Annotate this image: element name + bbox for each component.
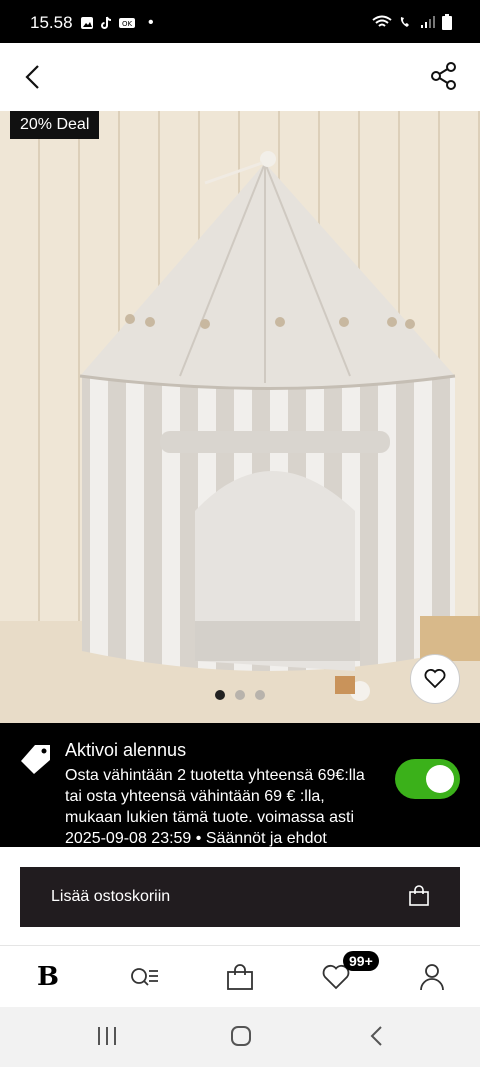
favorite-button[interactable] [410, 654, 460, 704]
more-dot: • [148, 14, 154, 31]
wifi-icon [372, 15, 392, 27]
nav-profile[interactable] [412, 961, 452, 993]
top-app-bar [0, 43, 480, 111]
tent-illustration [0, 111, 480, 723]
pagination-dot-1[interactable] [215, 690, 225, 700]
promo-description: Osta vähintään 2 tuotetta yhteensä 69€:l… [65, 767, 365, 847]
call-icon [400, 17, 409, 27]
search-icon [131, 968, 158, 986]
discount-promo: Aktivoi alennus Osta vähintään 2 tuotett… [0, 723, 480, 847]
chevron-left-icon [25, 65, 39, 89]
nav-cart[interactable] [220, 961, 260, 993]
svg-text:OK: OK [122, 20, 133, 28]
gallery-icon [81, 17, 93, 29]
promo-title: Aktivoi alennus [65, 740, 187, 760]
battery-icon [442, 14, 452, 30]
share-button[interactable] [428, 60, 460, 92]
share-icon [431, 62, 456, 90]
nav-search[interactable] [124, 961, 164, 993]
recent-apps-icon[interactable] [96, 1025, 118, 1047]
pagination-dot-2[interactable] [235, 690, 245, 700]
deal-badge: 20% Deal [10, 111, 100, 139]
status-time: 15.58 [30, 13, 73, 32]
back-nav-icon[interactable] [366, 1025, 388, 1047]
add-to-cart-button[interactable]: Lisää ostoskoriin [20, 867, 460, 927]
favorites-count-badge: 99+ [343, 951, 379, 971]
shopping-bag-icon [227, 964, 253, 990]
nav-home[interactable]: B [28, 961, 68, 993]
toggle-knob [426, 765, 454, 793]
brand-logo: B [37, 962, 59, 992]
heart-icon [424, 669, 446, 689]
notification-icons: OK • [80, 14, 154, 32]
status-bar: 15.58 OK • [0, 0, 480, 43]
tiktok-icon [101, 16, 112, 29]
discount-toggle[interactable] [395, 759, 460, 799]
signal-icon [421, 16, 435, 28]
message-icon: OK [119, 18, 135, 28]
pagination-dot-3[interactable] [255, 690, 265, 700]
shopping-bag-icon [409, 885, 429, 906]
back-button[interactable] [18, 61, 50, 93]
image-pagination [0, 690, 480, 700]
product-image[interactable] [0, 111, 480, 723]
bottom-navigation: B 99+ [0, 946, 480, 1006]
price-tag-icon [21, 745, 50, 774]
user-icon [420, 964, 444, 991]
system-icons [372, 14, 452, 30]
add-to-cart-label: Lisää ostoskoriin [51, 888, 171, 905]
home-icon[interactable] [230, 1025, 252, 1047]
system-navigation-bar [0, 1007, 480, 1067]
